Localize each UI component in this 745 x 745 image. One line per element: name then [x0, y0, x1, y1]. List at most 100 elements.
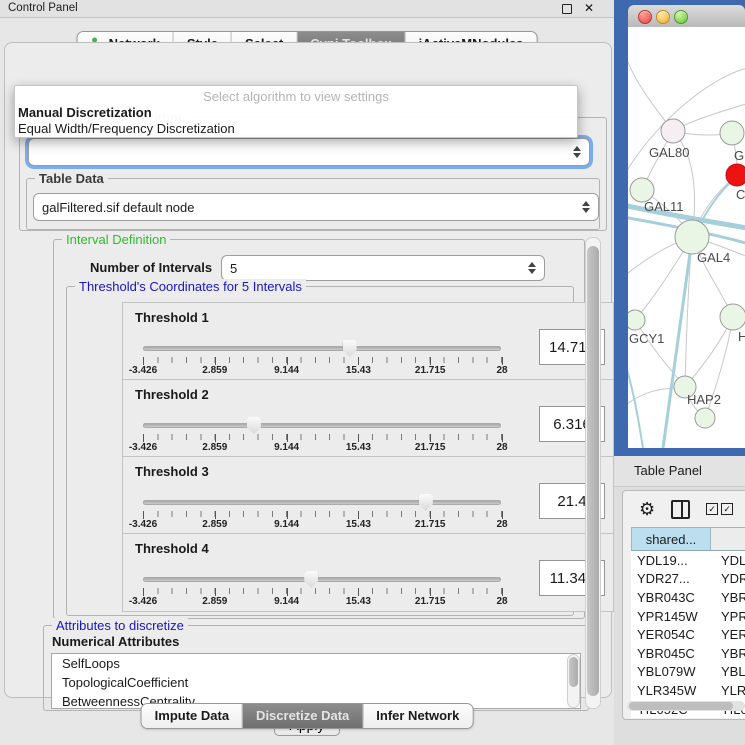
node-partial-right-mid[interactable]: [720, 304, 745, 330]
tick-label: 28: [496, 519, 507, 530]
checkbox-icon[interactable]: ✓: [721, 503, 733, 515]
tick-label: 28: [496, 442, 507, 453]
bottom-tab-bar: Impute Data Discretize Data Infer Network: [141, 703, 474, 729]
number-of-intervals-combobox[interactable]: 5: [221, 255, 545, 281]
threshold-panel-1: Threshold 1-3.4262.8599.14415.4321.71528…: [122, 302, 614, 381]
attributes-list-scrollbar[interactable]: [567, 654, 580, 708]
node-gal80[interactable]: [661, 119, 685, 143]
slider-thumb-icon[interactable]: [304, 571, 318, 588]
threshold-panel-3: Threshold 3-3.4262.8599.14415.4321.71528…: [122, 456, 614, 535]
network-canvas[interactable]: GAL80 G GAL11 C GAL4 GCY1 H HAP2: [628, 27, 745, 448]
number-of-intervals-value: 5: [230, 261, 237, 276]
slider-ticks: [143, 357, 502, 363]
split-columns-icon[interactable]: [671, 500, 690, 519]
node-gcy1[interactable]: [628, 310, 645, 330]
tick-label: -3.426: [129, 442, 157, 453]
control-panel-titlebar: Control Panel ✕: [0, 0, 614, 18]
table-cell: YER054C: [631, 627, 715, 642]
application-root: Control Panel ✕ NetworkStyleSelectCyni T…: [0, 0, 745, 745]
node-partial-bottom[interactable]: [695, 408, 715, 428]
tick-label: 15.43: [346, 442, 371, 453]
bottom-tab-infer-network[interactable]: Infer Network: [362, 704, 472, 728]
table-data-combobox[interactable]: galFiltered.sif default node: [33, 193, 599, 221]
threshold-slider[interactable]: [143, 500, 501, 505]
table-data-title: Table Data: [35, 171, 108, 186]
float-window-icon[interactable]: [562, 4, 572, 14]
slider-thumb-icon[interactable]: [343, 340, 357, 357]
slider-ticks: [143, 588, 502, 594]
tick-label: -3.426: [129, 365, 157, 376]
table-row[interactable]: YDL19...YDL1: [631, 551, 745, 570]
popup-prompt-item[interactable]: Select algorithm to view settings: [15, 89, 577, 104]
numerical-attributes-label: Numerical Attributes: [52, 634, 179, 649]
threshold-slider[interactable]: [143, 346, 501, 351]
table-cell: YBR0: [715, 646, 745, 661]
content-scrollbar[interactable]: [585, 237, 601, 709]
gear-icon[interactable]: ⚙: [639, 500, 655, 518]
tick-label: 21.715: [415, 442, 446, 453]
combo-arrows-icon: [582, 201, 590, 213]
table-data-combo-value: galFiltered.sif default node: [42, 200, 194, 215]
table-cell: YDR27...: [631, 571, 715, 586]
zoom-traffic-light-icon[interactable]: [674, 10, 688, 24]
close-icon[interactable]: ✕: [584, 0, 594, 17]
numerical-attributes-list[interactable]: SelfLoopsTopologicalCoefficientBetweenne…: [51, 653, 581, 709]
tick-label: 21.715: [415, 596, 446, 607]
table-row[interactable]: YER054CYER0: [631, 625, 745, 644]
node-gal4[interactable]: [675, 220, 709, 254]
table-row[interactable]: YBR045CYBR0: [631, 644, 745, 663]
popup-item-equal-width[interactable]: Equal Width/Frequency Discretization: [18, 121, 235, 136]
bottom-tab-label: Infer Network: [376, 704, 459, 728]
interval-definition-group: Interval Definition Number of Intervals …: [53, 239, 585, 619]
tick-label: 9.144: [274, 596, 299, 607]
table-cell: YLR345W: [631, 683, 715, 698]
column-header-name[interactable]: name: [711, 528, 745, 550]
bottom-tab-discretize-data[interactable]: Discretize Data: [242, 704, 362, 728]
table-cell: YDL19...: [631, 553, 715, 568]
node-attribute-table[interactable]: shared...nameYDL19...YDL1YDR27...YDR2YBR…: [631, 527, 745, 718]
table-row[interactable]: YBL079WYBL0: [631, 663, 745, 682]
tick-label: 21.715: [415, 519, 446, 530]
table-row[interactable]: YLR345WYLR3: [631, 681, 745, 700]
tick-label: 28: [496, 365, 507, 376]
popup-item-manual[interactable]: Manual Discretization: [18, 105, 152, 120]
table-panel-titlebar: Table Panel: [614, 456, 745, 487]
network-window-titlebar: [628, 5, 745, 28]
threshold-slider[interactable]: [143, 423, 501, 428]
threshold-slider[interactable]: [143, 577, 501, 582]
table-row[interactable]: YDR27...YDR2: [631, 570, 745, 589]
attribute-list-item[interactable]: TopologicalCoefficient: [52, 673, 580, 692]
slider-thumb-icon[interactable]: [247, 417, 261, 434]
table-row[interactable]: YBR043CYBR0: [631, 588, 745, 607]
column-header-shared-name[interactable]: shared...: [632, 528, 711, 550]
node-selected-red[interactable]: [726, 164, 745, 186]
node-partial-right-top[interactable]: [720, 121, 744, 145]
tick-label: 15.43: [346, 365, 371, 376]
bottom-tab-label: Discretize Data: [256, 704, 349, 728]
table-cell: YDL1: [715, 553, 745, 568]
table-cell: YBR043C: [631, 590, 715, 605]
checkbox-icon[interactable]: ✓: [706, 503, 718, 515]
bottom-tab-label: Impute Data: [155, 704, 229, 728]
tick-label: 2.859: [202, 442, 227, 453]
minimize-traffic-light-icon[interactable]: [656, 10, 670, 24]
tick-label: -3.426: [129, 519, 157, 530]
tick-label: 2.859: [202, 365, 227, 376]
attribute-list-item[interactable]: SelfLoops: [52, 654, 580, 673]
tick-label: 15.43: [346, 519, 371, 530]
table-cell: YBL079W: [631, 664, 715, 679]
panel-title: Control Panel: [8, 0, 78, 17]
threshold-label: Threshold 1: [135, 310, 209, 325]
algorithm-dropdown-popup: Select algorithm to view settings Manual…: [14, 85, 578, 138]
bottom-tab-impute-data[interactable]: Impute Data: [142, 704, 242, 728]
table-cell: YPR145W: [631, 609, 715, 624]
table-cell: YPR1: [715, 609, 745, 624]
table-data-group: Table Data galFiltered.sif default node: [26, 178, 600, 230]
slider-ticks: [143, 434, 502, 440]
slider-thumb-icon[interactable]: [419, 494, 433, 511]
close-traffic-light-icon[interactable]: [638, 10, 652, 24]
thresholds-group-title: Threshold's Coordinates for 5 Intervals: [75, 279, 306, 294]
table-row[interactable]: YPR145WYPR1: [631, 607, 745, 626]
algorithm-combobox[interactable]: [28, 138, 590, 166]
table-horizontal-scrollbar[interactable]: [627, 701, 745, 711]
